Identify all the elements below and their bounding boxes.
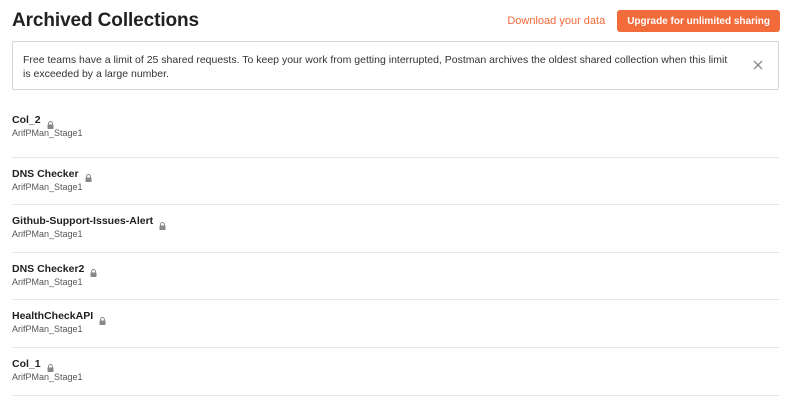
collection-item[interactable]: DNS Checker ArifPMan_Stage1 (12, 158, 779, 206)
download-data-link[interactable]: Download your data (507, 15, 605, 27)
collection-owner: ArifPMan_Stage1 (12, 181, 83, 192)
upgrade-button[interactable]: Upgrade for unlimited sharing (617, 10, 780, 32)
close-icon[interactable] (752, 59, 764, 71)
lock-icon (159, 217, 166, 230)
collection-owner: ArifPMan_Stage1 (12, 371, 83, 382)
collection-owner: ArifPMan_Stage1 (12, 276, 83, 287)
collection-item[interactable]: Github-Support-Issues-Alert ArifPMan_Sta… (12, 205, 779, 253)
collection-item[interactable]: Col_2 ArifPMan_Stage1 (12, 110, 779, 158)
collection-name: DNS Checker (12, 167, 79, 180)
collection-item[interactable]: Col_1 ArifPMan_Stage1 (12, 348, 779, 396)
collection-owner: ArifPMan_Stage1 (12, 324, 83, 335)
collection-name: DNS Checker2 (12, 262, 85, 275)
lock-icon (47, 116, 54, 129)
archived-collections-page: Archived Collections Download your data … (0, 0, 787, 400)
collection-owner: ArifPMan_Stage1 (12, 229, 83, 240)
banner-message: Free teams have a limit of 25 shared req… (23, 54, 728, 80)
collection-name: Github-Support-Issues-Alert (12, 215, 154, 228)
limit-info-banner: Free teams have a limit of 25 shared req… (12, 41, 779, 90)
collection-list: Col_2 ArifPMan_Stage1 DNS Checker ArifPM… (12, 110, 779, 396)
lock-icon (99, 312, 106, 325)
collection-item[interactable]: DNS Checker2 ArifPMan_Stage1 (12, 253, 779, 301)
page-header: Archived Collections Download your data … (12, 0, 780, 40)
lock-icon (85, 169, 92, 183)
lock-icon (90, 264, 97, 278)
collection-name: HealthCheckAPI (12, 310, 94, 323)
collection-owner: ArifPMan_Stage1 (12, 128, 83, 138)
lock-icon (47, 359, 54, 373)
page-title: Archived Collections (12, 10, 199, 31)
header-actions: Download your data Upgrade for unlimited… (507, 10, 780, 32)
collection-item[interactable]: HealthCheckAPI ArifPMan_Stage1 (12, 300, 779, 348)
collection-name: Col_2 (12, 114, 41, 126)
collection-name: Col_1 (12, 357, 41, 370)
